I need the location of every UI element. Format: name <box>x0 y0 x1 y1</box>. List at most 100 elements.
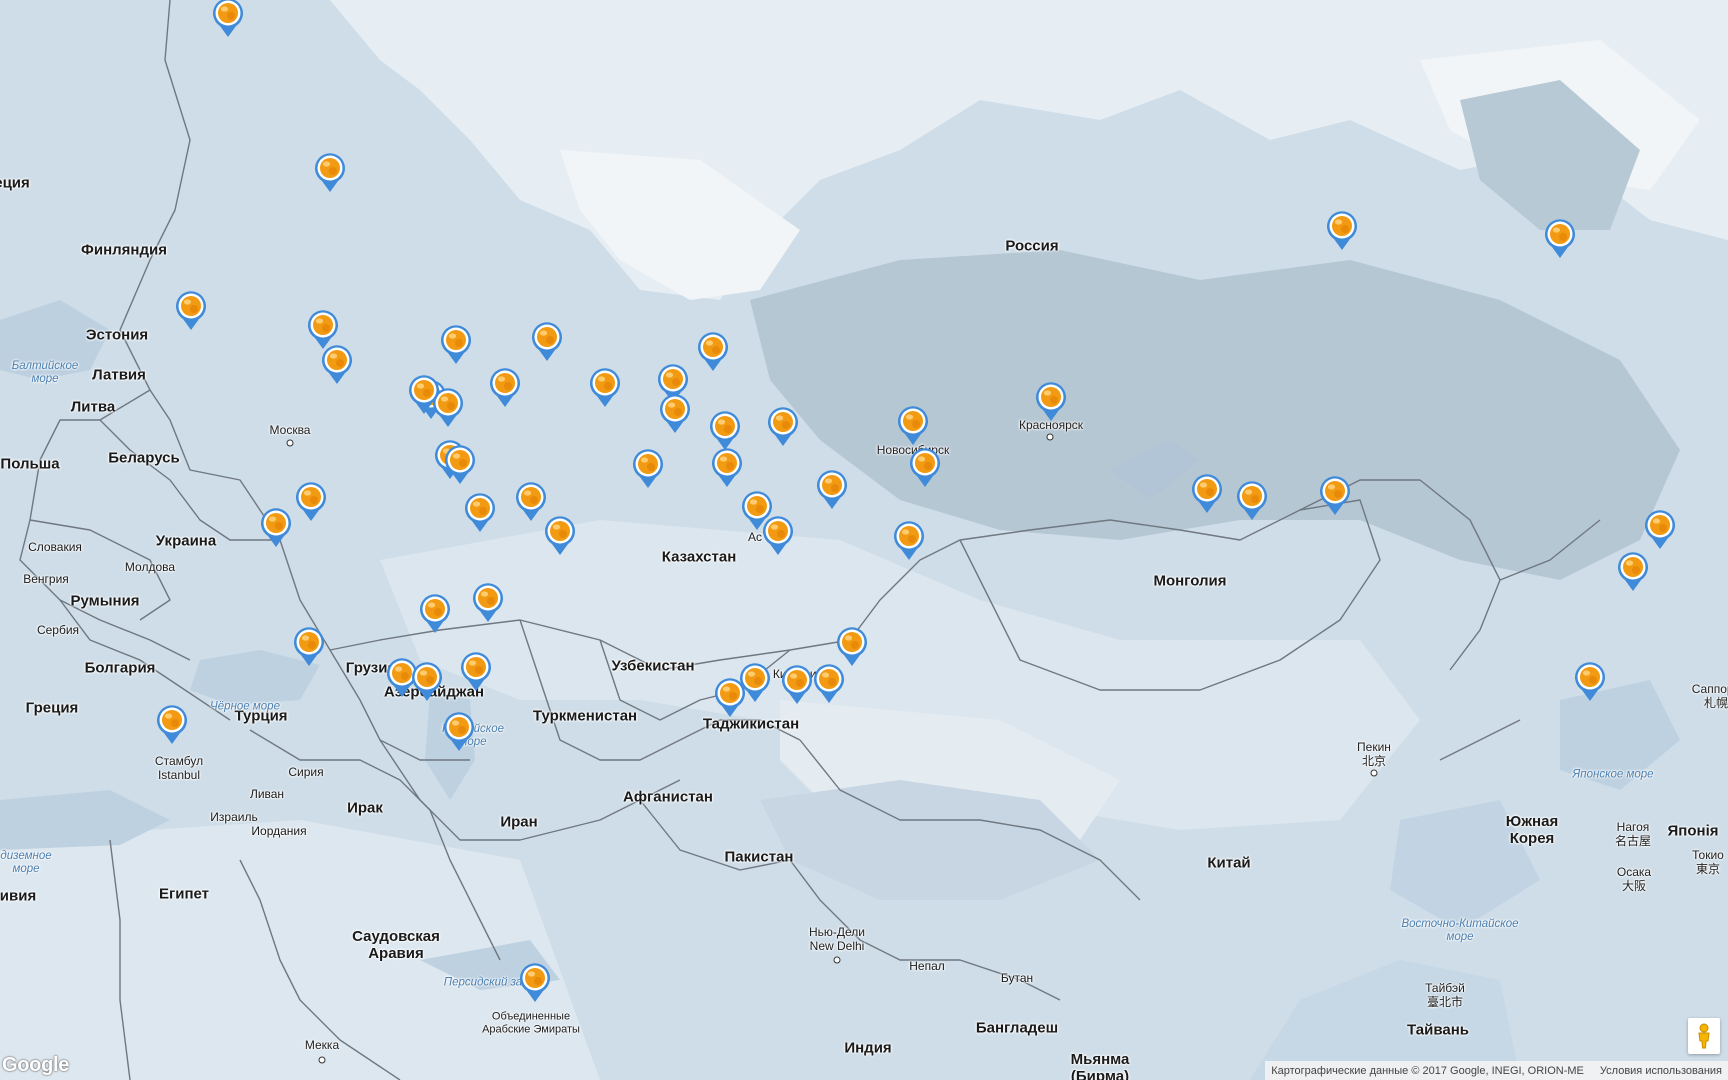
map-pin-icon[interactable] <box>892 519 926 561</box>
city-dot <box>318 1056 326 1064</box>
country-label-israel: Израиль <box>210 810 258 825</box>
map-pin-icon[interactable] <box>815 468 849 510</box>
map-pin-icon[interactable] <box>1573 660 1607 702</box>
map-pin-icon[interactable] <box>588 366 622 408</box>
city-dot <box>286 439 294 447</box>
map-pin-icon[interactable] <box>211 0 245 38</box>
map-pin-icon[interactable] <box>908 446 942 488</box>
city-label-tokyo: Токио 東京 <box>1692 848 1724 876</box>
map-pin-icon[interactable] <box>443 443 477 485</box>
map-pin-icon[interactable] <box>1543 217 1577 259</box>
map-pin-icon[interactable] <box>463 491 497 533</box>
map-pin-icon[interactable] <box>766 405 800 447</box>
map-pin-icon[interactable] <box>761 514 795 556</box>
map-pin-icon[interactable] <box>518 961 552 1003</box>
street-view-pegman-button[interactable] <box>1688 1018 1720 1054</box>
country-label-lithuania: Литва <box>70 398 116 416</box>
map-pin-icon[interactable] <box>1325 209 1359 251</box>
country-label-bangladesh: Бангладеш <box>975 1019 1059 1037</box>
country-label-romania: Румыния <box>70 592 140 610</box>
map-pin-icon[interactable] <box>543 514 577 556</box>
map-pin-icon[interactable] <box>708 409 742 451</box>
country-label-finland: Финляндия <box>81 241 167 259</box>
map-pin-icon[interactable] <box>488 366 522 408</box>
country-label-greece: Греция <box>25 699 79 717</box>
map-pin-icon[interactable] <box>418 592 452 634</box>
google-logo: Google <box>2 1054 70 1076</box>
map-canvas[interactable]: еция Финляндия Россия Эстония Латвия Лит… <box>0 0 1728 1080</box>
country-label-egypt: Египет <box>158 885 210 903</box>
country-label-ukraine: Украина <box>155 532 217 550</box>
map-pin-icon[interactable] <box>471 581 505 623</box>
city-label-sapporo: Саппоро札幌 <box>1691 682 1728 710</box>
map-pin-icon[interactable] <box>780 663 814 705</box>
country-label-jordan: Иордания <box>251 824 307 839</box>
country-label-myanmar: Мьянма (Бирма) <box>1070 1050 1130 1080</box>
city-label-mecca: Мекка <box>304 1038 340 1053</box>
country-label-belarus: Беларусь <box>108 449 180 467</box>
terms-of-use-link[interactable]: Условия использования <box>1600 1065 1722 1077</box>
country-label-mongolia: Монголия <box>1153 572 1227 590</box>
map-pin-icon[interactable] <box>459 650 493 692</box>
map-pin-icon[interactable] <box>696 330 730 372</box>
map-pin-icon[interactable] <box>292 625 326 667</box>
country-label-lebanon: Ливан <box>249 787 285 802</box>
sea-label-japan-sea: Японское море <box>1572 768 1654 781</box>
country-label-nepal: Непал <box>909 959 945 974</box>
map-pin-icon[interactable] <box>259 506 293 548</box>
country-label-iran: Иран <box>500 813 538 831</box>
country-label-kazakhstan: Казахстан <box>661 548 737 566</box>
map-pin-icon[interactable] <box>313 151 347 193</box>
map-pin-icon[interactable] <box>320 343 354 385</box>
map-pin-icon[interactable] <box>174 289 208 331</box>
country-label-estonia: Эстония <box>85 326 149 344</box>
map-pin-icon[interactable] <box>713 676 747 718</box>
country-label-china: Китай <box>1207 854 1251 872</box>
map-pin-icon[interactable] <box>442 710 476 752</box>
attribution-text: Картографические данные © 2017 Google, I… <box>1271 1064 1584 1077</box>
country-label-hungary: Венгрия <box>23 572 69 587</box>
country-label-india: Индия <box>844 1039 892 1057</box>
country-label-serbia: Сербия <box>36 623 80 638</box>
map-pin-icon[interactable] <box>812 662 846 704</box>
city-label-taipei: Тайбэй 臺北市 <box>1425 981 1465 1009</box>
map-pin-icon[interactable] <box>1643 508 1677 550</box>
country-label-slovakia: Словакия <box>28 540 82 555</box>
map-pin-icon[interactable] <box>439 323 473 365</box>
map-pin-icon[interactable] <box>294 480 328 522</box>
map-pin-icon[interactable] <box>1616 550 1650 592</box>
country-label: ивия <box>0 887 37 905</box>
map-pin-icon[interactable] <box>407 373 441 415</box>
city-label-nagoya: Нагоя 名古屋 <box>1614 820 1652 848</box>
country-label-latvia: Латвия <box>92 366 146 384</box>
map-pin-icon[interactable] <box>530 320 564 362</box>
country-label-moldova: Молдова <box>124 560 176 575</box>
country-label-afghanistan: Афганистан <box>623 788 713 806</box>
country-label-japan: Японія <box>1667 822 1719 840</box>
city-label-astana: Ас <box>747 530 763 545</box>
map-pin-icon[interactable] <box>835 625 869 667</box>
map-pin-icon[interactable] <box>1034 380 1068 422</box>
country-label-pakistan: Пакистан <box>724 848 794 866</box>
country-label-uae: Объединенные Арабские Эмираты <box>482 1010 580 1035</box>
sea-label-black: Чёрное море <box>210 700 280 713</box>
map-pin-icon[interactable] <box>896 404 930 446</box>
map-pin-icon[interactable] <box>1190 472 1224 514</box>
map-pin-icon[interactable] <box>410 660 444 702</box>
map-pin-icon[interactable] <box>631 447 665 489</box>
sea-label-east-china: Восточно-Китайское море <box>1401 917 1519 943</box>
map-pin-icon[interactable] <box>155 703 189 745</box>
map-pin-icon[interactable] <box>1318 474 1352 516</box>
city-dot <box>1046 433 1054 441</box>
city-label-istanbul: Стамбул Istanbul <box>154 754 204 782</box>
map-attribution-bar: Картографические данные © 2017 Google, I… <box>1265 1061 1728 1080</box>
city-dot <box>1370 769 1378 777</box>
country-label-turkmenistan: Туркменистан <box>532 707 638 725</box>
country-label: еция <box>0 174 30 192</box>
sea-label-baltic: Балтийское море <box>11 359 79 385</box>
country-label-bhutan: Бутан <box>1000 971 1034 986</box>
map-pin-icon[interactable] <box>710 446 744 488</box>
map-pin-icon[interactable] <box>658 392 692 434</box>
map-pin-icon[interactable] <box>1235 479 1269 521</box>
country-label-bulgaria: Болгария <box>84 659 156 677</box>
